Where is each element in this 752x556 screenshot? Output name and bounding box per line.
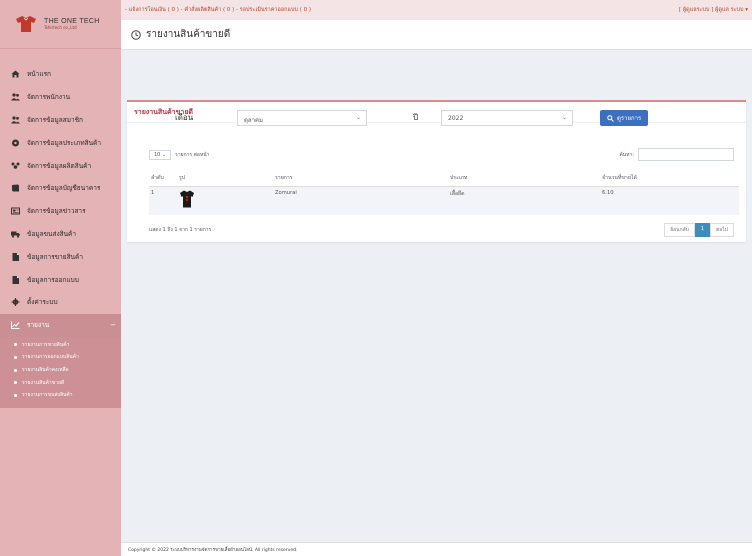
sidebar-item-production[interactable]: จัดการข้อมูลผลิตสินค้า [0, 154, 121, 177]
submenu-item-label: รายงานการขายสินค้า [22, 341, 70, 348]
home-icon [11, 70, 20, 78]
sidebar-item-label: จัดการข้อมูลสมาชิก [27, 115, 83, 124]
page-title: รายงานสินค้าขายดี [131, 27, 230, 42]
page-length: 10 ⌄ รายการ ต่อหน้า [149, 150, 209, 160]
sidebar: THE ONE TECH Tshirtech co.,Ltd หน้าแรก จ… [0, 0, 121, 556]
col-no[interactable]: ลำดับ [149, 170, 177, 187]
submenu-item-design-report[interactable]: รายงานการออกแบบสินค้า [0, 351, 121, 364]
sidebar-item-label: จัดการข้อมูลประเภทสินค้า [27, 138, 102, 147]
bestseller-table: ลำดับ รูป รายการ ประเภท จำนวนที่ขายได้ 1… [149, 170, 739, 215]
topbar: - แจ้งการโอนเงิน ( 0 ) - คำสั่งผลิตสินค้… [121, 0, 752, 20]
submenu-item-shipping-report[interactable]: รายงานการขนส่งสินค้า [0, 389, 121, 402]
shirt-logo-icon [16, 16, 36, 32]
sidebar-item-bank-accounts[interactable]: จัดการข้อมูลบัญชีธนาคาร [0, 177, 121, 200]
brand-logo[interactable]: THE ONE TECH Tshirtech co.,Ltd [0, 0, 121, 49]
cell-image [177, 187, 273, 215]
sidebar-item-employees[interactable]: จัดการพนักงาน [0, 86, 121, 109]
current-page-button[interactable]: 1 [694, 223, 711, 237]
gamepad-icon [11, 139, 20, 147]
next-page-button[interactable]: ต่อไป [710, 223, 734, 237]
product-shirt-image [180, 190, 194, 208]
cell-no: 1 [151, 190, 155, 196]
sidebar-item-reports[interactable]: รายงาน − [0, 313, 121, 337]
gear-icon [11, 298, 20, 307]
sidebar-item-label: จัดการข้อมูลผลิตสินค้า [27, 161, 92, 170]
table-search: ค้นหา: [619, 148, 734, 161]
sidebar-item-label: ข้อมูลการขายสินค้า [27, 252, 84, 261]
sidebar-item-label: ข้อมูลขนส่งสินค้า [27, 229, 77, 238]
truck-icon [11, 230, 20, 238]
notification-links[interactable]: - แจ้งการโอนเงิน ( 0 ) - คำสั่งผลิตสินค้… [125, 6, 311, 14]
sidebar-item-settings[interactable]: ตั้งค่าระบบ [0, 291, 121, 314]
chart-icon [11, 321, 20, 330]
clock-icon [131, 29, 141, 40]
file-icon [11, 252, 20, 261]
col-name[interactable]: รายการ [273, 170, 448, 187]
page-title-text: รายงานสินค้าขายดี [146, 29, 231, 40]
reports-submenu: รายงานการขายสินค้า รายงานการออกแบบสินค้า… [0, 336, 121, 408]
book-icon [11, 184, 20, 192]
table-search-label: ค้นหา: [619, 151, 634, 158]
sidebar-item-label: จัดการข้อมูลข่าวสาร [27, 207, 86, 216]
table-info: แสดง 1 ถึง 1 จาก 1 รายการ [149, 227, 212, 233]
sidebar-item-designs[interactable]: ข้อมูลการออกแบบ [0, 268, 121, 291]
prev-page-button[interactable]: ย้อนกลับ [664, 223, 695, 237]
copyright-text: Copyright © 2022 ระบบบริหารงานจัดการขายเ… [128, 548, 298, 553]
sidebar-item-home[interactable]: หน้าแรก [0, 63, 121, 86]
sidebar-item-label: ข้อมูลการออกแบบ [27, 275, 79, 284]
sidebar-item-label: จัดการพนักงาน [27, 93, 71, 102]
bullet-icon [14, 343, 17, 347]
newspaper-icon [11, 207, 20, 215]
collapse-icon[interactable]: − [110, 321, 116, 329]
users-icon [11, 116, 20, 124]
cell-qty: 6.10 [602, 190, 614, 196]
brand-tagline: Tshirtech co.,Ltd [44, 24, 77, 30]
sidebar-item-label: ตั้งค่าระบบ [27, 298, 58, 307]
bullet-icon [14, 368, 17, 372]
table-area: 10 ⌄ รายการ ต่อหน้า ค้นหา: ลำดับ รูป ราย… [127, 100, 746, 242]
pagination: ย้อนกลับ 1 ต่อไป [664, 223, 734, 237]
col-qty[interactable]: จำนวนที่ขายได้ [600, 170, 739, 187]
sidebar-item-members[interactable]: จัดการข้อมูลสมาชิก [0, 109, 121, 132]
bullet-icon [14, 355, 17, 359]
page-length-select[interactable]: 10 ⌄ [149, 150, 172, 160]
sidebar-item-product-types[interactable]: จัดการข้อมูลประเภทสินค้า [0, 131, 121, 154]
users-icon [11, 93, 20, 101]
submenu-item-bestseller-report[interactable]: รายงานสินค้าขายดี [0, 376, 121, 389]
sidebar-menu: หน้าแรก จัดการพนักงาน จัดการข้อมูลสมาชิก… [0, 49, 121, 408]
table-row: 1 Zomurai เสื้อยืด 6.10 [149, 186, 739, 215]
group-icon [11, 162, 20, 170]
sidebar-item-label: รายงาน [27, 321, 50, 330]
submenu-item-label: รายงานการขนส่งสินค้า [22, 392, 73, 399]
sidebar-item-news[interactable]: จัดการข้อมูลข่าวสาร [0, 200, 121, 223]
submenu-item-label: รายงานสินค้าคงเหลือ [22, 367, 69, 374]
table-header-row: ลำดับ รูป รายการ ประเภท จำนวนที่ขายได้ [149, 170, 739, 187]
bullet-icon [14, 393, 17, 397]
submenu-item-sales-report[interactable]: รายงานการขายสินค้า [0, 339, 121, 352]
page-length-value: 10 [154, 152, 161, 158]
cell-name: Zomurai [275, 190, 297, 196]
page-length-label: รายการ ต่อหน้า [175, 152, 210, 158]
sidebar-item-label: จัดการข้อมูลบัญชีธนาคาร [27, 184, 101, 193]
sidebar-item-shipping[interactable]: ข้อมูลขนส่งสินค้า [0, 223, 121, 246]
bullet-icon [14, 381, 17, 385]
sidebar-item-label: หน้าแรก [27, 70, 51, 79]
page-header: รายงานสินค้าขายดี [121, 20, 752, 50]
sidebar-item-sales[interactable]: ข้อมูลการขายสินค้า [0, 245, 121, 268]
col-type[interactable]: ประเภท [448, 170, 600, 187]
file-icon [11, 275, 20, 284]
submenu-item-label: รายงานการออกแบบสินค้า [22, 354, 79, 361]
submenu-item-stock-report[interactable]: รายงานสินค้าคงเหลือ [0, 364, 121, 377]
footer: Copyright © 2022 ระบบบริหารงานจัดการขายเ… [121, 542, 752, 556]
user-menu[interactable]: [ ผู้ดูแลระบบ ] ผู้ดูแล ระบบ ▾ [679, 6, 748, 14]
cell-type: เสื้อยืด [450, 191, 465, 197]
submenu-item-label: รายงานสินค้าขายดี [22, 379, 65, 386]
col-image[interactable]: รูป [177, 170, 273, 187]
table-search-input[interactable] [638, 148, 734, 161]
